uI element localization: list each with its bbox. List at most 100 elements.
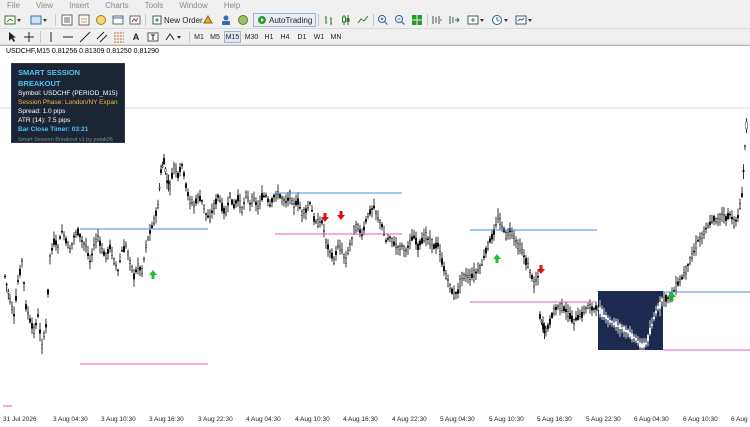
candle-body bbox=[693, 250, 695, 253]
menu-file[interactable]: File bbox=[0, 0, 29, 11]
timeframe-d1[interactable]: D1 bbox=[295, 31, 309, 43]
zoom-in-icon[interactable] bbox=[376, 13, 390, 27]
profiles-icon[interactable] bbox=[29, 13, 51, 27]
candle-body bbox=[635, 337, 637, 341]
timeframe-w1[interactable]: W1 bbox=[312, 31, 326, 43]
line-chart-icon[interactable] bbox=[356, 13, 370, 27]
candle-body bbox=[157, 204, 159, 209]
menu-tools[interactable]: Tools bbox=[138, 0, 173, 11]
candle-body bbox=[719, 214, 721, 220]
timeframe-h4[interactable]: H4 bbox=[278, 31, 292, 43]
candle-body bbox=[569, 313, 571, 320]
zoom-out-icon[interactable] bbox=[393, 13, 407, 27]
menu-view[interactable]: View bbox=[29, 0, 62, 11]
market-watch-icon[interactable] bbox=[60, 13, 74, 27]
equidistant-channel-icon[interactable] bbox=[95, 30, 109, 44]
candle-body bbox=[637, 340, 639, 343]
fibonacci-icon[interactable] bbox=[112, 30, 126, 44]
text-label-icon[interactable]: A bbox=[129, 30, 143, 44]
candle-body bbox=[629, 332, 631, 337]
chart-shift-icon[interactable] bbox=[430, 13, 444, 27]
candle-body bbox=[721, 212, 723, 215]
autotrading-button[interactable]: AutoTrading bbox=[253, 13, 317, 27]
timeframe-m5[interactable]: M5 bbox=[208, 31, 222, 43]
candle-body bbox=[449, 284, 451, 289]
navigator-icon[interactable] bbox=[94, 13, 108, 27]
menu-insert[interactable]: Insert bbox=[62, 0, 98, 11]
cursor-icon[interactable] bbox=[5, 30, 19, 44]
candle-body bbox=[681, 276, 683, 280]
candle-body bbox=[115, 264, 117, 267]
menu-window[interactable]: Window bbox=[172, 0, 216, 11]
candle-body bbox=[451, 288, 453, 294]
candle-body bbox=[143, 258, 145, 260]
candle-body bbox=[45, 324, 47, 328]
periods-icon[interactable] bbox=[490, 13, 512, 27]
text-tool-icon[interactable] bbox=[146, 30, 160, 44]
candle-body bbox=[581, 311, 583, 318]
menu-help[interactable]: Help bbox=[217, 0, 249, 11]
candle-body bbox=[355, 224, 357, 231]
candle-body bbox=[611, 321, 613, 323]
panel-atr: ATR (14): 7.5 pips bbox=[18, 117, 71, 124]
candle-body bbox=[207, 215, 209, 218]
arrows-icon[interactable] bbox=[163, 30, 185, 44]
candle-body bbox=[101, 248, 103, 253]
candle-body bbox=[61, 230, 63, 233]
new-chart-icon[interactable] bbox=[3, 13, 25, 27]
metaeditor-icon[interactable] bbox=[201, 13, 215, 27]
timeframe-mn[interactable]: MN bbox=[328, 31, 344, 43]
candle-body bbox=[519, 244, 521, 251]
chart-window[interactable]: USDCHF,M15 0.81256 0.81309 0.81250 0.812… bbox=[0, 45, 750, 427]
candle-body bbox=[583, 308, 585, 313]
candle-body bbox=[609, 320, 611, 323]
candle-body bbox=[319, 221, 321, 223]
candle-body bbox=[599, 307, 601, 315]
candle-body bbox=[321, 220, 323, 224]
timeframe-m1[interactable]: M1 bbox=[192, 31, 206, 43]
candle-body bbox=[411, 236, 413, 241]
candle-body bbox=[577, 315, 579, 320]
candle-body bbox=[363, 226, 365, 231]
candle-body bbox=[313, 216, 315, 222]
candle-body bbox=[331, 252, 333, 259]
timeframe-h1[interactable]: H1 bbox=[262, 31, 276, 43]
candle-body bbox=[309, 202, 311, 205]
candle-body bbox=[443, 266, 445, 272]
trendline-icon[interactable] bbox=[78, 30, 92, 44]
timeframe-m30[interactable]: M30 bbox=[243, 31, 260, 43]
panel-session-phase: Session Phase: London/NY Expansion bbox=[18, 99, 118, 106]
candle-body bbox=[567, 311, 569, 317]
candle-body bbox=[287, 197, 289, 201]
signals-icon[interactable] bbox=[219, 13, 233, 27]
candle-body bbox=[531, 274, 533, 279]
menu-charts[interactable]: Charts bbox=[98, 0, 138, 11]
new-order-button[interactable]: New Order bbox=[148, 13, 207, 27]
candle-body bbox=[697, 240, 699, 242]
crosshair-icon[interactable] bbox=[22, 30, 36, 44]
bar-chart-icon[interactable] bbox=[322, 13, 336, 27]
candle-body bbox=[37, 314, 39, 317]
x-tick-label: 6 Aug 10:30 bbox=[683, 416, 718, 423]
candlestick-chart-icon[interactable] bbox=[339, 13, 353, 27]
candle-body bbox=[177, 172, 179, 179]
data-window-icon[interactable] bbox=[77, 13, 91, 27]
vertical-line-icon[interactable] bbox=[44, 30, 58, 44]
horizontal-line-icon[interactable] bbox=[61, 30, 75, 44]
timeframe-m15[interactable]: M15 bbox=[224, 31, 241, 43]
candle-body bbox=[744, 145, 746, 148]
candle-body bbox=[393, 241, 395, 246]
candle-body bbox=[603, 314, 605, 318]
auto-scroll-icon[interactable] bbox=[447, 13, 461, 27]
indicators-icon[interactable] bbox=[466, 13, 488, 27]
autotrading-icon bbox=[258, 16, 266, 24]
terminal-icon[interactable] bbox=[111, 13, 125, 27]
templates-icon[interactable] bbox=[514, 13, 536, 27]
candle-body bbox=[365, 219, 367, 222]
strategy-tester-icon[interactable] bbox=[128, 13, 142, 27]
candle-body bbox=[389, 236, 391, 239]
community-icon[interactable] bbox=[236, 13, 250, 27]
candle-body bbox=[305, 208, 307, 213]
buy-arrow-icon bbox=[149, 270, 157, 279]
tile-windows-icon[interactable] bbox=[410, 13, 424, 27]
